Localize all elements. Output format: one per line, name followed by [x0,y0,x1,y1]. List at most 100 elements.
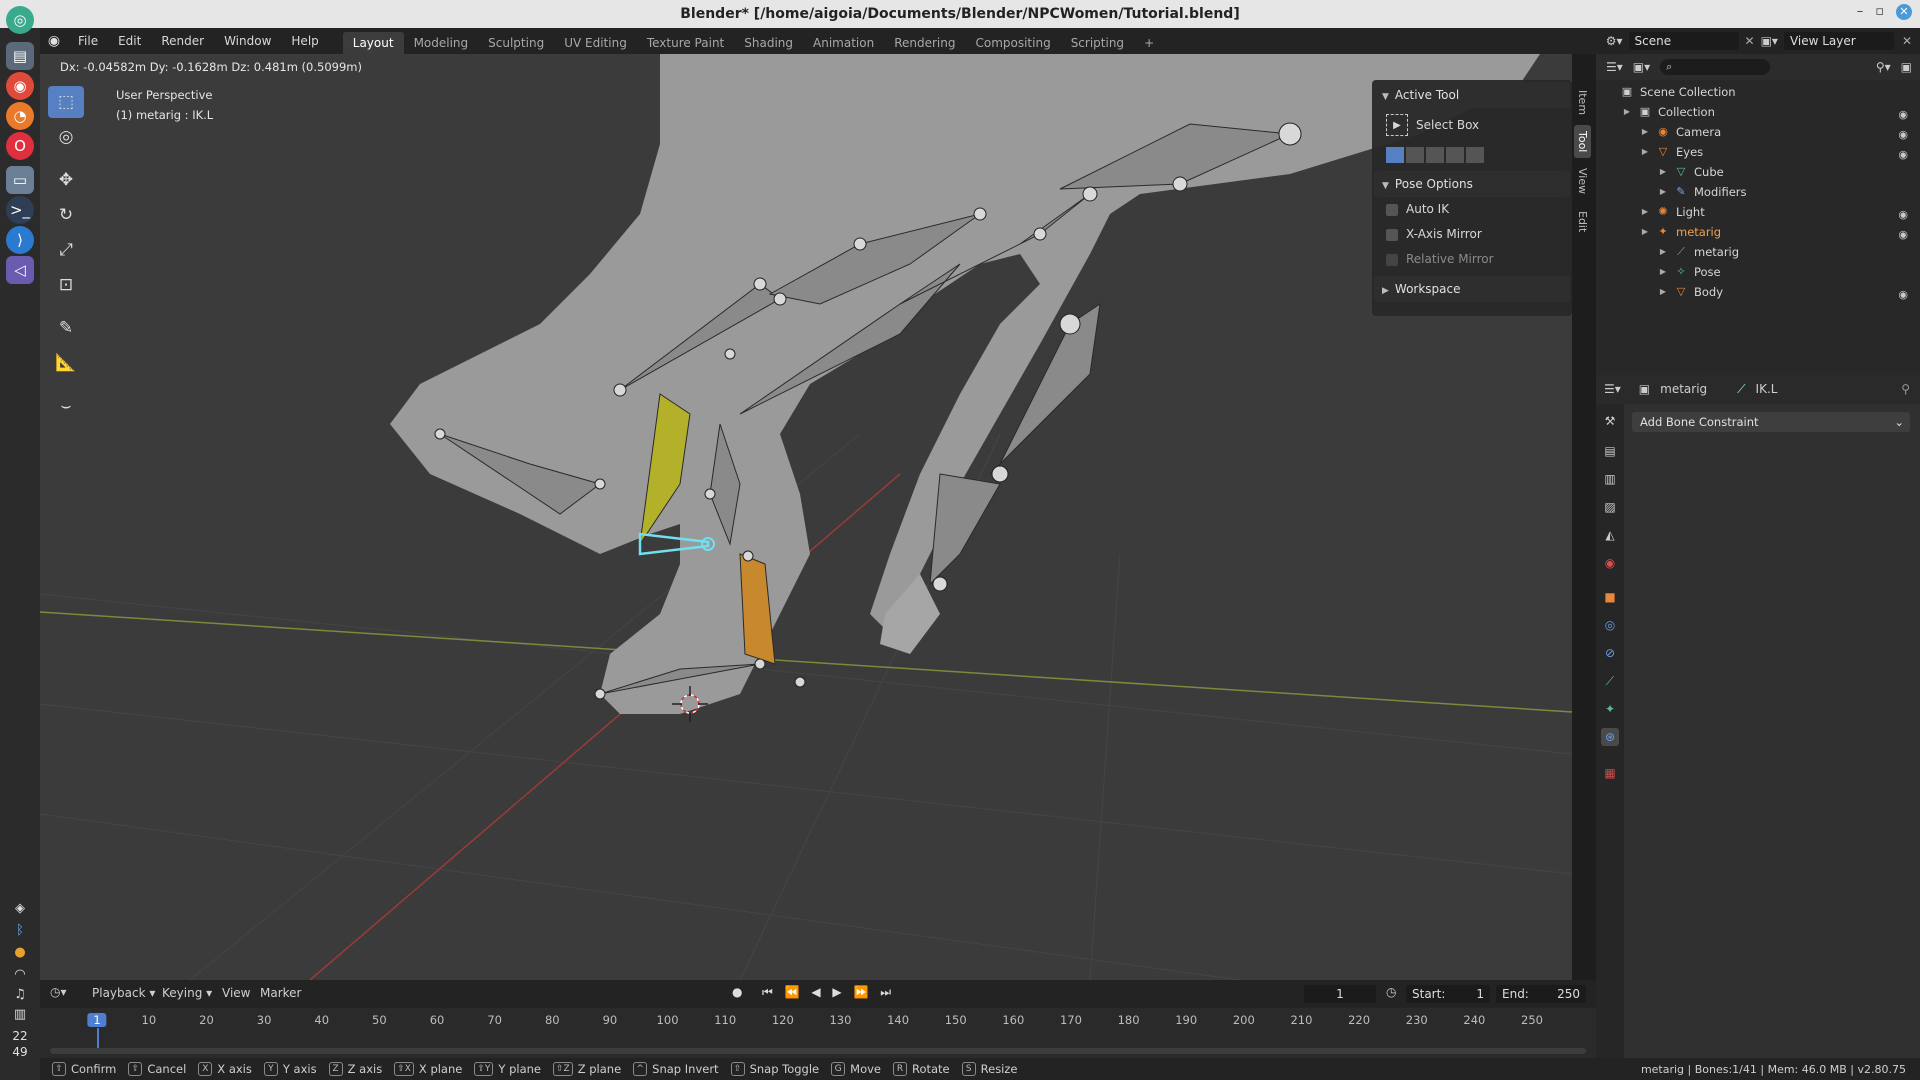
browser-tray-icon[interactable]: ● [10,942,30,962]
outliner-row[interactable]: ▶ ▽ Cube [1596,162,1920,182]
expand-arrow-icon[interactable]: ▶ [1620,105,1634,119]
menu-window[interactable]: Window [214,28,281,54]
outliner-row[interactable]: ▶ ◉ Camera ◉ [1596,122,1920,142]
expand-arrow-icon[interactable]: ▶ [1638,145,1652,159]
tab-view[interactable]: View [1574,162,1591,200]
move-tool-icon[interactable]: ✥ [48,164,84,196]
view-layer-props-icon[interactable]: ▨ [1601,498,1619,516]
expand-arrow-icon[interactable]: ▶ [1638,205,1652,219]
mode-new-icon[interactable] [1386,146,1404,163]
tab-tool[interactable]: Tool [1574,125,1591,159]
shield-icon[interactable]: ◈ [10,898,30,918]
tab-compositing[interactable]: Compositing [965,32,1060,54]
physics-props-icon[interactable]: ◎ [1601,616,1619,634]
terminal-icon[interactable]: >_ [6,196,34,224]
3d-viewport[interactable]: Dx: -0.04582m Dy: -0.1628m Dz: 0.481m (0… [40,54,1572,980]
menu-view[interactable]: View [222,986,250,1000]
relative-mirror-checkbox[interactable]: Relative Mirror [1372,247,1572,272]
tab-scripting[interactable]: Scripting [1061,32,1134,54]
tab-uv-editing[interactable]: UV Editing [554,32,637,54]
menu-help[interactable]: Help [281,28,328,54]
folder-icon[interactable]: ▭ [6,166,34,194]
preview-range-icon[interactable]: ◷ [1386,985,1396,999]
menu-playback[interactable]: Playback ▾ [92,986,155,1000]
expand-arrow-icon[interactable]: ▶ [1638,125,1652,139]
clipboard-icon[interactable]: ▥ [10,1004,30,1024]
menu-render[interactable]: Render [151,28,214,54]
tab-rendering[interactable]: Rendering [884,32,965,54]
visibility-eye-icon[interactable]: ◉ [1898,285,1908,305]
outliner-row[interactable]: ▶ ▣ Collection ◉ [1596,102,1920,122]
filter-icon[interactable]: ⚲▾ [1876,60,1891,74]
new-collection-icon[interactable]: ▣ [1901,60,1912,74]
active-tool-header[interactable]: ▼ Active Tool [1374,82,1570,108]
expand-arrow-icon[interactable]: ▶ [1656,245,1670,259]
texture-props-icon[interactable]: ▦ [1601,764,1619,782]
expand-arrow-icon[interactable]: ▶ [1656,185,1670,199]
scale-tool-icon[interactable]: ⤢ [48,234,84,266]
minimize-icon[interactable]: – [1857,4,1864,20]
workspace-header[interactable]: ▶ Workspace [1374,276,1570,302]
music-icon[interactable]: ♫ [10,984,30,1004]
tab-animation[interactable]: Animation [803,32,884,54]
expand-arrow-icon[interactable]: ▶ [1656,285,1670,299]
outliner-row[interactable]: ▣ Scene Collection [1596,82,1920,102]
menu-keying[interactable]: Keying ▾ [162,986,212,1000]
outliner-row[interactable]: ▶ ▽ Eyes ◉ [1596,142,1920,162]
pose-options-header[interactable]: ▼ Pose Options [1374,171,1570,197]
render-props-icon[interactable]: ▤ [1601,442,1619,460]
blender-icon[interactable]: ◔ [6,102,34,130]
measure-tool-icon[interactable]: 📐 [48,347,84,379]
transform-tool-icon[interactable]: ⊡ [48,269,84,301]
bone-size-tool-icon[interactable]: ⌣ [48,390,84,422]
mode-intersect-icon[interactable] [1466,146,1484,163]
outliner-search-icon[interactable]: ⌕ [1660,59,1771,75]
expand-arrow-icon[interactable]: ▶ [1638,225,1652,239]
scene-close-icon[interactable]: ✕ [1745,34,1755,48]
object-constraint-icon[interactable]: ⊘ [1601,644,1619,662]
tab-modeling[interactable]: Modeling [404,32,479,54]
x-axis-mirror-checkbox[interactable]: X-Axis Mirror [1372,222,1572,247]
end-frame-field[interactable]: End: 250 [1496,985,1586,1003]
tab-layout[interactable]: Layout [342,32,404,54]
menu-edit[interactable]: Edit [108,28,151,54]
menu-file[interactable]: File [68,28,108,54]
add-bone-constraint-dropdown[interactable]: Add Bone Constraint ⌄ [1632,412,1910,432]
view-layer-close-icon[interactable]: ✕ [1902,34,1912,48]
outliner-row[interactable]: ▶ ✧ Pose [1596,262,1920,282]
properties-editor-type-icon[interactable]: ☰▾ [1604,382,1621,396]
expand-arrow-icon[interactable]: ▶ [1656,165,1670,179]
view-layer-icon[interactable]: ▣▾ [1761,34,1778,48]
file-manager-icon[interactable]: ▤ [6,42,34,70]
annotate-tool-icon[interactable]: ✎ [48,312,84,344]
tab-item[interactable]: Item [1574,84,1591,121]
display-mode-icon[interactable]: ▣▾ [1633,60,1650,74]
wifi-icon[interactable]: ◠ [10,964,30,984]
timeline-scrollbar[interactable] [50,1048,1586,1054]
scene-icon[interactable]: ⚙▾ [1606,34,1623,48]
chrome-icon[interactable]: ◉ [6,72,34,100]
select-box-tool-icon[interactable]: ⬚ [48,86,84,118]
cursor-tool-icon[interactable]: ◎ [48,121,84,153]
record-icon[interactable]: ● [732,985,742,999]
outliner-row[interactable]: ▶ ✦ metarig ◉ [1596,222,1920,242]
bone-props-icon[interactable]: ✦ [1601,700,1619,718]
tool-props-icon[interactable]: ⚒ [1601,412,1619,430]
bone-constraint-icon[interactable]: ⊛ [1601,728,1619,746]
rotate-tool-icon[interactable]: ↻ [48,199,84,231]
object-props-icon[interactable]: ■ [1601,588,1619,606]
scene-field[interactable]: Scene [1628,32,1739,50]
tab-shading[interactable]: Shading [734,32,803,54]
menu-marker[interactable]: Marker [260,986,301,1000]
auto-ik-checkbox[interactable]: Auto IK [1372,197,1572,222]
scene-props-icon[interactable]: ◭ [1601,526,1619,544]
tab-texture-paint[interactable]: Texture Paint [637,32,734,54]
mode-invert-icon[interactable] [1446,146,1464,163]
select-box-row[interactable]: ▶ Select Box [1372,108,1572,142]
opera-icon[interactable]: O [6,132,34,160]
editor-type-icon[interactable]: ☰▾ [1606,60,1623,74]
start-frame-field[interactable]: Start: 1 [1406,985,1490,1003]
pin-icon[interactable]: ⚲ [1901,382,1910,396]
tab-sculpting[interactable]: Sculpting [478,32,554,54]
outliner-row[interactable]: ▶ ▽ Body ◉ [1596,282,1920,302]
